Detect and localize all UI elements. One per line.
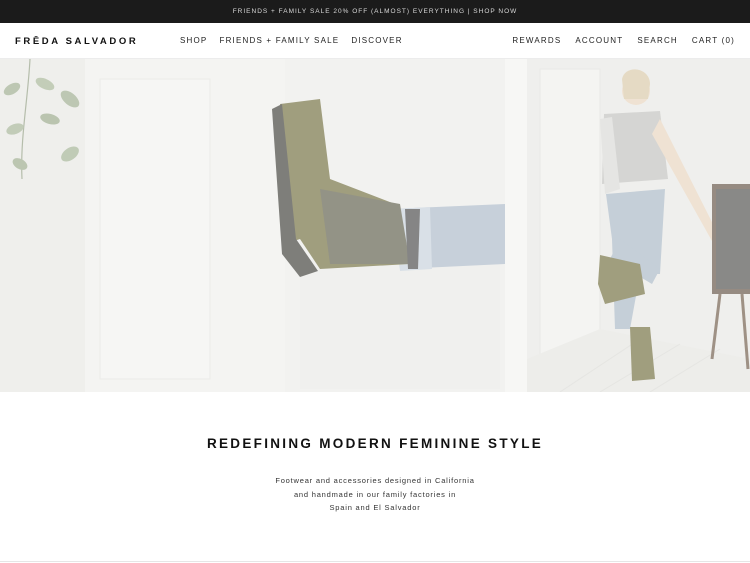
intro-description: Footwear and accessories designed in Cal… [225, 474, 525, 515]
site-header: FRĒDA SALVADOR SHOP FRIENDS + FAMILY SAL… [0, 23, 750, 59]
intro-section: REDEFINING MODERN FEMININE STYLE Footwea… [0, 392, 750, 563]
hero-image[interactable] [0, 59, 750, 392]
nav-rewards[interactable]: REWARDS [512, 36, 561, 45]
promo-banner[interactable]: FRIENDS + FAMILY SALE 20% OFF (ALMOST) E… [0, 0, 750, 23]
primary-nav: SHOP FRIENDS + FAMILY SALE DISCOVER [180, 36, 403, 45]
nav-shop[interactable]: SHOP [180, 36, 207, 45]
hero-wash-overlay [0, 59, 750, 392]
utility-nav: REWARDS ACCOUNT SEARCH CART (0) [512, 36, 735, 45]
description-line: and handmade in our family factories in [293, 489, 457, 499]
nav-account[interactable]: ACCOUNT [575, 36, 623, 45]
nav-discover[interactable]: DISCOVER [351, 36, 402, 45]
nav-friends-family-sale[interactable]: FRIENDS + FAMILY SALE [219, 36, 339, 45]
description-line: Footwear and accessories designed in Cal… [275, 476, 475, 485]
section-divider [0, 561, 750, 562]
page-headline: REDEFINING MODERN FEMININE STYLE [206, 436, 544, 451]
nav-cart[interactable]: CART (0) [692, 36, 735, 45]
nav-search[interactable]: SEARCH [637, 36, 678, 45]
description-line: Spain and El Salvador [329, 503, 421, 512]
brand-logo[interactable]: FRĒDA SALVADOR [15, 36, 138, 47]
